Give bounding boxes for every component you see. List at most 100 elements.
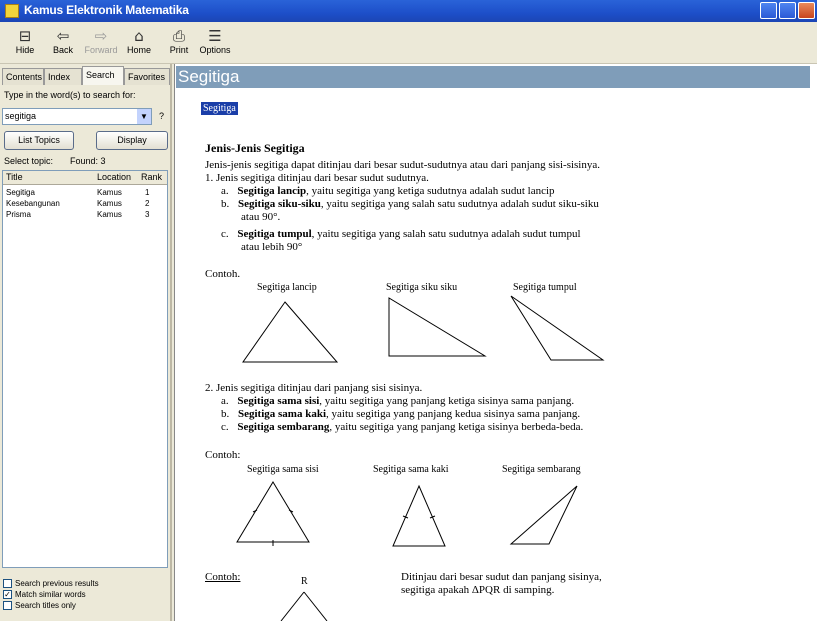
shape-caption: Segitiga lancip: [257, 282, 317, 293]
search-prompt: Type in the word(s) to search for:: [4, 90, 136, 100]
question-text-line2: segitiga apakah ΔPQR di samping.: [401, 584, 555, 596]
match-similar-checkbox[interactable]: ✓ Match similar words: [3, 589, 86, 600]
home-icon: ⌂: [134, 27, 144, 45]
search-input[interactable]: segitiga ▼: [2, 108, 152, 125]
shape-caption: Segitiga sama kaki: [373, 464, 449, 475]
options-icon: ☰: [208, 27, 222, 45]
checkbox-box[interactable]: [3, 601, 12, 611]
item-term: Segitiga sembarang: [237, 421, 330, 433]
home-label: Home: [126, 45, 151, 55]
section1-title: 1. Jenis segitiga ditinjau dari besar su…: [205, 172, 429, 184]
shape-caption: Segitiga siku siku: [386, 282, 458, 293]
search-titles-checkbox[interactable]: Search titles only: [3, 600, 76, 611]
topic-content-pane[interactable]: Segitiga Segitiga Jenis-Jenis Segitiga J…: [174, 64, 817, 621]
example-label-3: Contoh:: [205, 571, 241, 583]
title-bar[interactable]: Kamus Elektronik Matematika: [0, 0, 817, 22]
back-arrow-icon: ⇦: [56, 27, 70, 45]
column-location[interactable]: Location: [97, 171, 131, 184]
intro-text: Jenis-jenis segitiga dapat ditinjau dari…: [205, 159, 600, 171]
row-rank: 3: [145, 210, 150, 219]
item-text: , yaitu segitiga yang panjang kedua sisi…: [326, 408, 581, 420]
list-item[interactable]: Segitiga Kamus 1: [3, 187, 167, 198]
topic-results-list[interactable]: Title Location Rank Segitiga Kamus 1 Kes…: [2, 170, 168, 568]
options-button[interactable]: ☰ Options: [196, 25, 234, 61]
print-button[interactable]: ⎙ Print: [160, 25, 198, 61]
tab-search[interactable]: Search: [82, 66, 124, 85]
section1-item-c: c. Segitiga tumpul, yaitu segitiga yang …: [221, 228, 581, 240]
toolbar: ⊟ Hide ⇦ Back ⇨ Forward ⌂ Home ⎙ Print ☰…: [0, 22, 817, 64]
shape-caption: Segitiga sama sisi: [247, 464, 319, 475]
tab-favorites[interactable]: Favorites: [124, 68, 170, 85]
list-item[interactable]: Kesebangunan Kamus 2: [3, 198, 167, 209]
item-text: , yaitu segitiga yang panjang ketiga sis…: [319, 395, 575, 407]
app-window: Kamus Elektronik Matematika ⊟ Hide ⇦ Bac…: [0, 0, 817, 621]
item-term: Segitiga tumpul: [237, 228, 312, 240]
right-triangle-figure: [388, 297, 487, 357]
chevron-down-icon[interactable]: ▼: [137, 109, 151, 124]
search-input-value: segitiga: [5, 111, 37, 121]
checkbox-label: Match similar words: [15, 590, 86, 599]
section1-item-b: b. Segitiga siku-siku, yaitu segitiga ya…: [221, 198, 599, 210]
search-previous-checkbox[interactable]: Search previous results: [3, 578, 99, 589]
isosceles-triangle-figure: [392, 484, 446, 547]
back-label: Back: [52, 45, 73, 55]
print-label: Print: [169, 45, 189, 55]
home-button[interactable]: ⌂ Home: [120, 25, 158, 61]
question-text-line1: Ditinjau dari besar sudut dan panjang si…: [401, 571, 602, 583]
list-item[interactable]: Prisma Kamus 3: [3, 209, 167, 220]
checkbox-box-checked[interactable]: ✓: [3, 590, 12, 600]
display-button[interactable]: Display: [96, 131, 168, 150]
shape-caption: Segitiga tumpul: [513, 282, 577, 293]
list-topics-button[interactable]: List Topics: [4, 131, 74, 150]
item-marker: a.: [221, 395, 229, 407]
forward-label: Forward: [84, 45, 118, 55]
maximize-button[interactable]: [779, 2, 796, 19]
column-title[interactable]: Title: [6, 171, 23, 184]
hide-label: Hide: [15, 45, 35, 55]
item-marker: c.: [221, 228, 229, 240]
nav-tabs: Contents Index Search Favorites: [2, 66, 170, 85]
back-button[interactable]: ⇦ Back: [44, 25, 82, 61]
operator-menu-button[interactable]: ?: [155, 108, 168, 125]
row-rank: 1: [145, 188, 150, 197]
section1-item-b-cont: atau 90°.: [241, 211, 281, 223]
row-title: Prisma: [6, 210, 31, 219]
item-marker: a.: [221, 185, 229, 197]
row-title: Kesebangunan: [6, 199, 60, 208]
column-rank[interactable]: Rank: [141, 171, 162, 184]
item-marker: b.: [221, 408, 230, 420]
breadcrumb[interactable]: Segitiga: [201, 102, 238, 115]
row-rank: 2: [145, 199, 150, 208]
section2-title: 2. Jenis segitiga ditinjau dari panjang …: [205, 382, 423, 394]
scalene-triangle-figure: [509, 485, 578, 545]
hide-button[interactable]: ⊟ Hide: [6, 25, 44, 61]
row-location: Kamus: [97, 199, 122, 208]
tab-index[interactable]: Index: [44, 68, 82, 85]
forward-button[interactable]: ⇨ Forward: [82, 25, 120, 61]
item-term: Segitiga lancip: [237, 185, 307, 197]
app-icon: [5, 4, 19, 18]
equilateral-triangle-figure: [236, 481, 310, 546]
checkbox-label: Search previous results: [15, 579, 99, 588]
tab-contents[interactable]: Contents: [2, 68, 44, 85]
section2-item-c: c. Segitiga sembarang, yaitu segitiga ya…: [221, 421, 583, 433]
close-button[interactable]: [798, 2, 815, 19]
item-text: , yaitu segitiga yang panjang ketiga sis…: [329, 421, 584, 433]
hide-icon: ⊟: [18, 27, 32, 45]
print-icon: ⎙: [172, 27, 185, 45]
minimize-button[interactable]: [760, 2, 777, 19]
vertex-label: R: [301, 576, 308, 587]
list-header: Title Location Rank: [3, 171, 167, 185]
forward-arrow-icon: ⇨: [94, 27, 108, 45]
acute-triangle-figure: [242, 301, 339, 363]
page-heading: Jenis-Jenis Segitiga: [205, 141, 305, 155]
item-text: , yaitu segitiga yang salah satu sudutny…: [311, 228, 581, 240]
section1-item-a: a. Segitiga lancip, yaitu segitiga yang …: [221, 185, 555, 197]
row-title: Segitiga: [6, 188, 35, 197]
checkbox-box[interactable]: [3, 579, 12, 589]
row-location: Kamus: [97, 188, 122, 197]
item-text: , yaitu segitiga yang ketiga sudutnya ad…: [306, 185, 555, 197]
shape-caption: Segitiga sembarang: [502, 464, 581, 475]
section1-item-c-cont: atau lebih 90°: [241, 241, 303, 253]
options-label: Options: [199, 45, 231, 55]
